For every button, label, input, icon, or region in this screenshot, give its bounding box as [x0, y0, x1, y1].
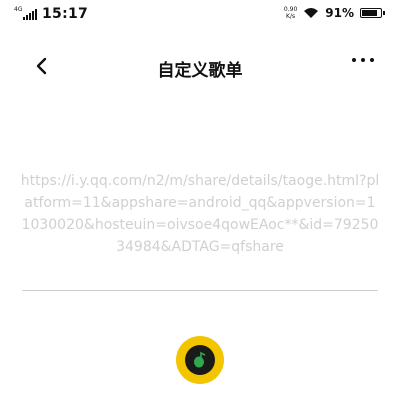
qq-music-logo-button[interactable] — [176, 336, 224, 384]
input-underline — [22, 290, 378, 291]
signal-icon: 4G — [14, 6, 38, 20]
nav-bar: 自定义歌单 — [0, 48, 400, 88]
status-bar-left: 4G 15:17 — [14, 6, 88, 22]
network-speed: 0.90 K/s — [284, 6, 297, 20]
page-title: 自定义歌单 — [157, 61, 243, 81]
network-speed-unit: K/s — [286, 13, 296, 20]
status-bar-right: 0.90 K/s 91% — [284, 6, 385, 20]
network-type: 4G — [14, 6, 23, 13]
more-dot — [370, 58, 374, 62]
music-note-icon — [194, 351, 206, 368]
status-bar: 4G 15:17 0.90 K/s 91% — [0, 0, 400, 28]
battery-icon — [360, 8, 385, 18]
network-speed-value: 0.90 — [283, 6, 298, 13]
more-dot — [361, 58, 365, 62]
more-options-button[interactable] — [352, 58, 374, 62]
status-time: 15:17 — [42, 6, 89, 22]
playlist-url-input[interactable]: https://i.y.qq.com/n2/m/share/details/ta… — [20, 170, 380, 258]
battery-percent: 91% — [325, 6, 354, 20]
battery-fill — [362, 10, 377, 16]
more-horizontal-icon — [352, 58, 356, 62]
wifi-icon — [304, 8, 319, 18]
qq-music-logo-icon — [185, 345, 215, 375]
